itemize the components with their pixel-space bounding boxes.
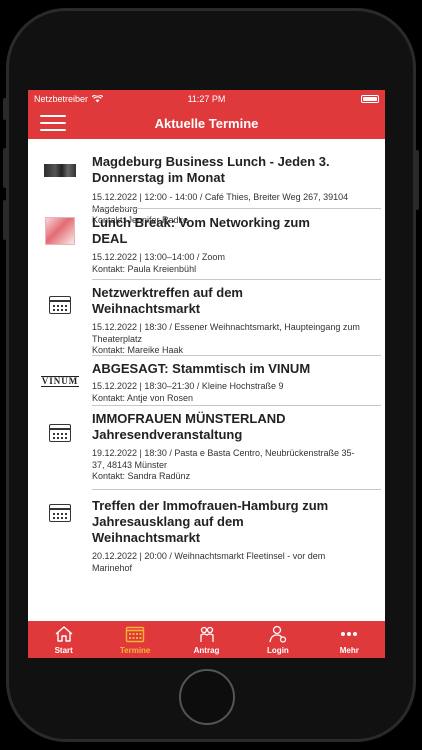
event-contact: Kontakt: Antje von Rosen: [92, 392, 194, 403]
calendar-icon: [49, 504, 71, 522]
app-header: Aktuelle Termine: [28, 107, 385, 139]
event-thumbnail: [28, 411, 92, 490]
event-photo: [44, 164, 76, 177]
wifi-icon: [92, 94, 104, 102]
tab-bar: Start Termine Antrag Login Mehr: [28, 621, 385, 658]
tab-login[interactable]: Login: [242, 621, 313, 658]
tab-termine[interactable]: Termine: [99, 621, 170, 658]
event-title: IMMOFRAUEN MÜNSTERLAND Jahresendveransta…: [92, 411, 286, 442]
event-photo: [45, 217, 75, 245]
vinum-logo: VINUM: [40, 376, 80, 387]
event-details: 15.12.2022 | 18:30 / Essener Weihnachtsm…: [92, 322, 360, 344]
event-details: 15.12.2022 | 18:30–21:30 / Kleine Hochst…: [92, 381, 284, 391]
more-icon: [341, 631, 358, 636]
home-button[interactable]: [179, 669, 235, 725]
calendar-icon: [125, 626, 145, 642]
event-item[interactable]: Lunch Break: Vom Networking zum DEAL 15.…: [28, 209, 385, 280]
tab-label: Antrag: [193, 645, 220, 655]
event-details: 20.12.2022 | 20:00 / Weihnachtsmarkt Fle…: [92, 551, 326, 573]
event-details: 19.12.2022 | 18:30 / Pasta e Basta Centr…: [92, 448, 355, 470]
event-thumbnail: VINUM: [28, 361, 92, 406]
event-title: Treffen der Immofrauen-Hamburg zum Jahre…: [92, 498, 329, 545]
event-item[interactable]: Treffen der Immofrauen-Hamburg zum Jahre…: [28, 490, 385, 580]
tab-label: Login: [267, 645, 289, 655]
status-bar: Netzbetreiber 11:27 PM: [28, 90, 385, 107]
calendar-icon: [49, 296, 71, 314]
user-icon: [269, 625, 287, 643]
power-button: [415, 150, 419, 210]
volume-up-button: [3, 148, 7, 188]
tab-antrag[interactable]: Antrag: [171, 621, 242, 658]
event-item[interactable]: Magdeburg Business Lunch - Jeden 3. Donn…: [28, 139, 385, 225]
tab-start[interactable]: Start: [28, 621, 99, 658]
event-thumbnail: [28, 498, 92, 580]
calendar-icon: [49, 424, 71, 442]
event-contact: Kontakt: Sandra Radünz: [92, 471, 191, 481]
tab-mehr[interactable]: Mehr: [314, 621, 385, 658]
tab-label: Mehr: [339, 645, 359, 655]
page-title: Aktuelle Termine: [154, 115, 259, 131]
mute-switch: [3, 98, 7, 120]
battery-icon: [361, 94, 379, 103]
carrier-label: Netzbetreiber: [34, 93, 89, 104]
event-contact: Kontakt: Mareike Haak: [92, 345, 184, 355]
event-list: Magdeburg Business Lunch - Jeden 3. Donn…: [28, 139, 385, 621]
event-thumbnail: [28, 154, 92, 209]
event-title: Netzwerktreffen auf dem Weihnachtsmarkt: [92, 285, 243, 316]
event-title: Lunch Break: Vom Networking zum DEAL: [92, 215, 310, 246]
event-item[interactable]: IMMOFRAUEN MÜNSTERLAND Jahresendveransta…: [28, 406, 385, 490]
event-item[interactable]: Netzwerktreffen auf dem Weihnachtsmarkt …: [28, 280, 385, 356]
volume-down-button: [3, 200, 7, 240]
people-icon: [199, 626, 214, 642]
event-title: Magdeburg Business Lunch - Jeden 3. Donn…: [92, 154, 330, 185]
tab-label: Start: [54, 645, 73, 655]
event-contact: Kontakt: Paula Kreienbühl: [92, 263, 197, 274]
event-title: ABGESAGT: Stammtisch im VINUM: [92, 361, 311, 376]
hamburger-menu-icon[interactable]: [40, 115, 66, 131]
event-thumbnail: [28, 285, 92, 356]
tab-label: Termine: [119, 645, 151, 655]
app-screen: Netzbetreiber 11:27 PM Aktuelle Termine …: [28, 90, 385, 658]
home-icon: [55, 625, 73, 642]
event-item[interactable]: VINUM ABGESAGT: Stammtisch im VINUM 15.1…: [28, 356, 385, 406]
event-details: 15.12.2022 | 13:00–14:00 / Zoom: [92, 252, 225, 262]
event-thumbnail: [28, 215, 92, 280]
carrier: Netzbetreiber: [34, 93, 104, 104]
